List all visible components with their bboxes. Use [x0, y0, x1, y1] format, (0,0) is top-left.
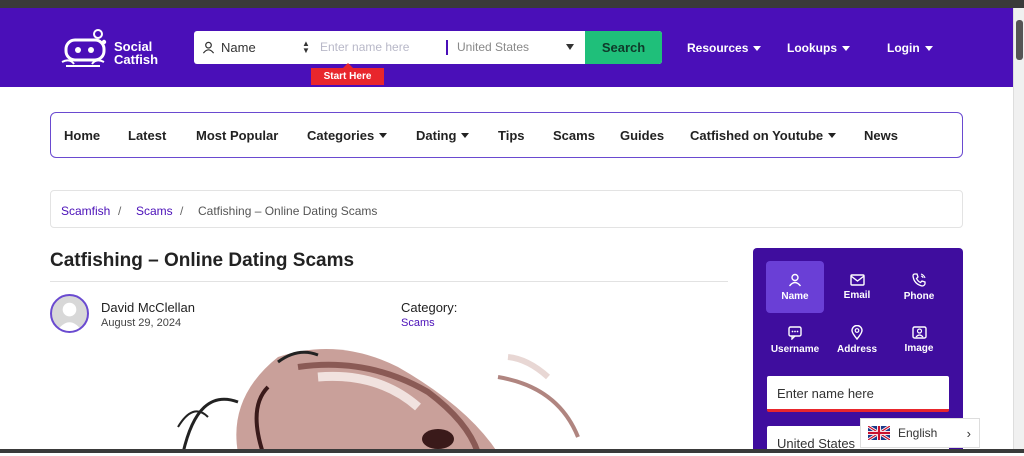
main-navigation: Home Latest Most Popular Categories Dati… — [50, 112, 963, 158]
browser-top-strip — [0, 0, 1024, 8]
chat-bubble-icon — [788, 325, 802, 340]
page-title: Catfishing – Online Dating Scams — [50, 250, 355, 271]
nav-lookups[interactable]: Lookups — [787, 41, 850, 55]
brand-name[interactable]: Social Catfish — [114, 40, 158, 66]
envelope-icon — [849, 273, 865, 286]
search-type-label: Name — [221, 40, 256, 55]
nav-tips[interactable]: Tips — [498, 128, 525, 143]
search-type-select[interactable]: Name — [202, 31, 314, 64]
person-icon — [788, 273, 802, 286]
caret-down-icon — [753, 45, 762, 51]
search-button[interactable]: Search — [585, 31, 662, 64]
site-header: Social Catfish Name ▲ ▼ Enter name here U… — [0, 8, 1013, 87]
caret-down-icon — [461, 133, 470, 138]
map-pin-icon — [851, 325, 863, 340]
breadcrumb-separator: / — [118, 204, 122, 218]
title-divider — [50, 281, 728, 282]
nav-resources[interactable]: Resources — [687, 41, 762, 55]
tab-phone[interactable]: Phone — [890, 261, 948, 313]
state-select[interactable]: United States — [457, 40, 529, 54]
breadcrumb-current: Catfishing – Online Dating Scams — [198, 204, 378, 218]
catfish-illustration-icon — [177, 349, 580, 453]
category-label: Category: — [401, 300, 458, 315]
language-selector[interactable]: English › — [860, 418, 980, 448]
breadcrumb-scams[interactable]: Scams — [136, 204, 173, 218]
person-icon — [202, 41, 215, 54]
nav-scams[interactable]: Scams — [553, 128, 595, 143]
start-here-badge: Start Here — [311, 63, 384, 85]
input-cursor-divider — [446, 40, 448, 55]
name-search-input[interactable]: Enter name here — [320, 40, 409, 54]
default-avatar-icon — [56, 302, 83, 331]
updown-arrows-icon: ▲ ▼ — [302, 39, 310, 55]
publish-date: August 29, 2024 — [101, 317, 182, 329]
browser-bottom-strip — [0, 449, 1024, 453]
caret-down-icon — [379, 133, 388, 138]
nav-catfished-youtube[interactable]: Catfished on Youtube — [690, 128, 837, 143]
breadcrumb-scamfish[interactable]: Scamfish — [61, 204, 110, 218]
author-name[interactable]: David McClellan — [101, 300, 195, 315]
image-icon — [911, 326, 927, 339]
breadcrumb: Scamfish / Scams / Catfishing – Online D… — [50, 190, 963, 228]
caret-down-icon — [842, 45, 850, 51]
caret-down-icon — [828, 133, 837, 138]
scrollbar-thumb[interactable] — [1016, 20, 1023, 60]
nav-latest[interactable]: Latest — [128, 128, 166, 143]
nav-news[interactable]: News — [864, 128, 898, 143]
nav-categories[interactable]: Categories — [307, 128, 388, 143]
author-avatar — [50, 294, 89, 333]
tab-name[interactable]: Name — [766, 261, 824, 313]
tab-email[interactable]: Email — [828, 261, 886, 313]
uk-flag-icon — [868, 426, 890, 440]
caret-down-icon — [924, 45, 933, 51]
hero-image — [168, 347, 598, 453]
nav-login[interactable]: Login — [887, 41, 933, 55]
page-scrollbar[interactable] — [1013, 8, 1024, 453]
nav-guides[interactable]: Guides — [620, 128, 664, 143]
nav-home[interactable]: Home — [64, 128, 100, 143]
phone-icon — [912, 272, 926, 287]
tab-address[interactable]: Address — [828, 314, 886, 366]
breadcrumb-separator: / — [180, 204, 184, 218]
chevron-right-icon: › — [966, 425, 971, 441]
widget-name-input[interactable]: Enter name here — [767, 376, 949, 412]
category-link[interactable]: Scams — [401, 317, 435, 329]
caret-down-icon — [566, 44, 574, 50]
tab-username[interactable]: Username — [766, 314, 824, 366]
nav-dating[interactable]: Dating — [416, 128, 470, 143]
language-label: English — [898, 426, 938, 440]
tab-image[interactable]: Image — [890, 314, 948, 366]
nav-most-popular[interactable]: Most Popular — [196, 128, 278, 143]
